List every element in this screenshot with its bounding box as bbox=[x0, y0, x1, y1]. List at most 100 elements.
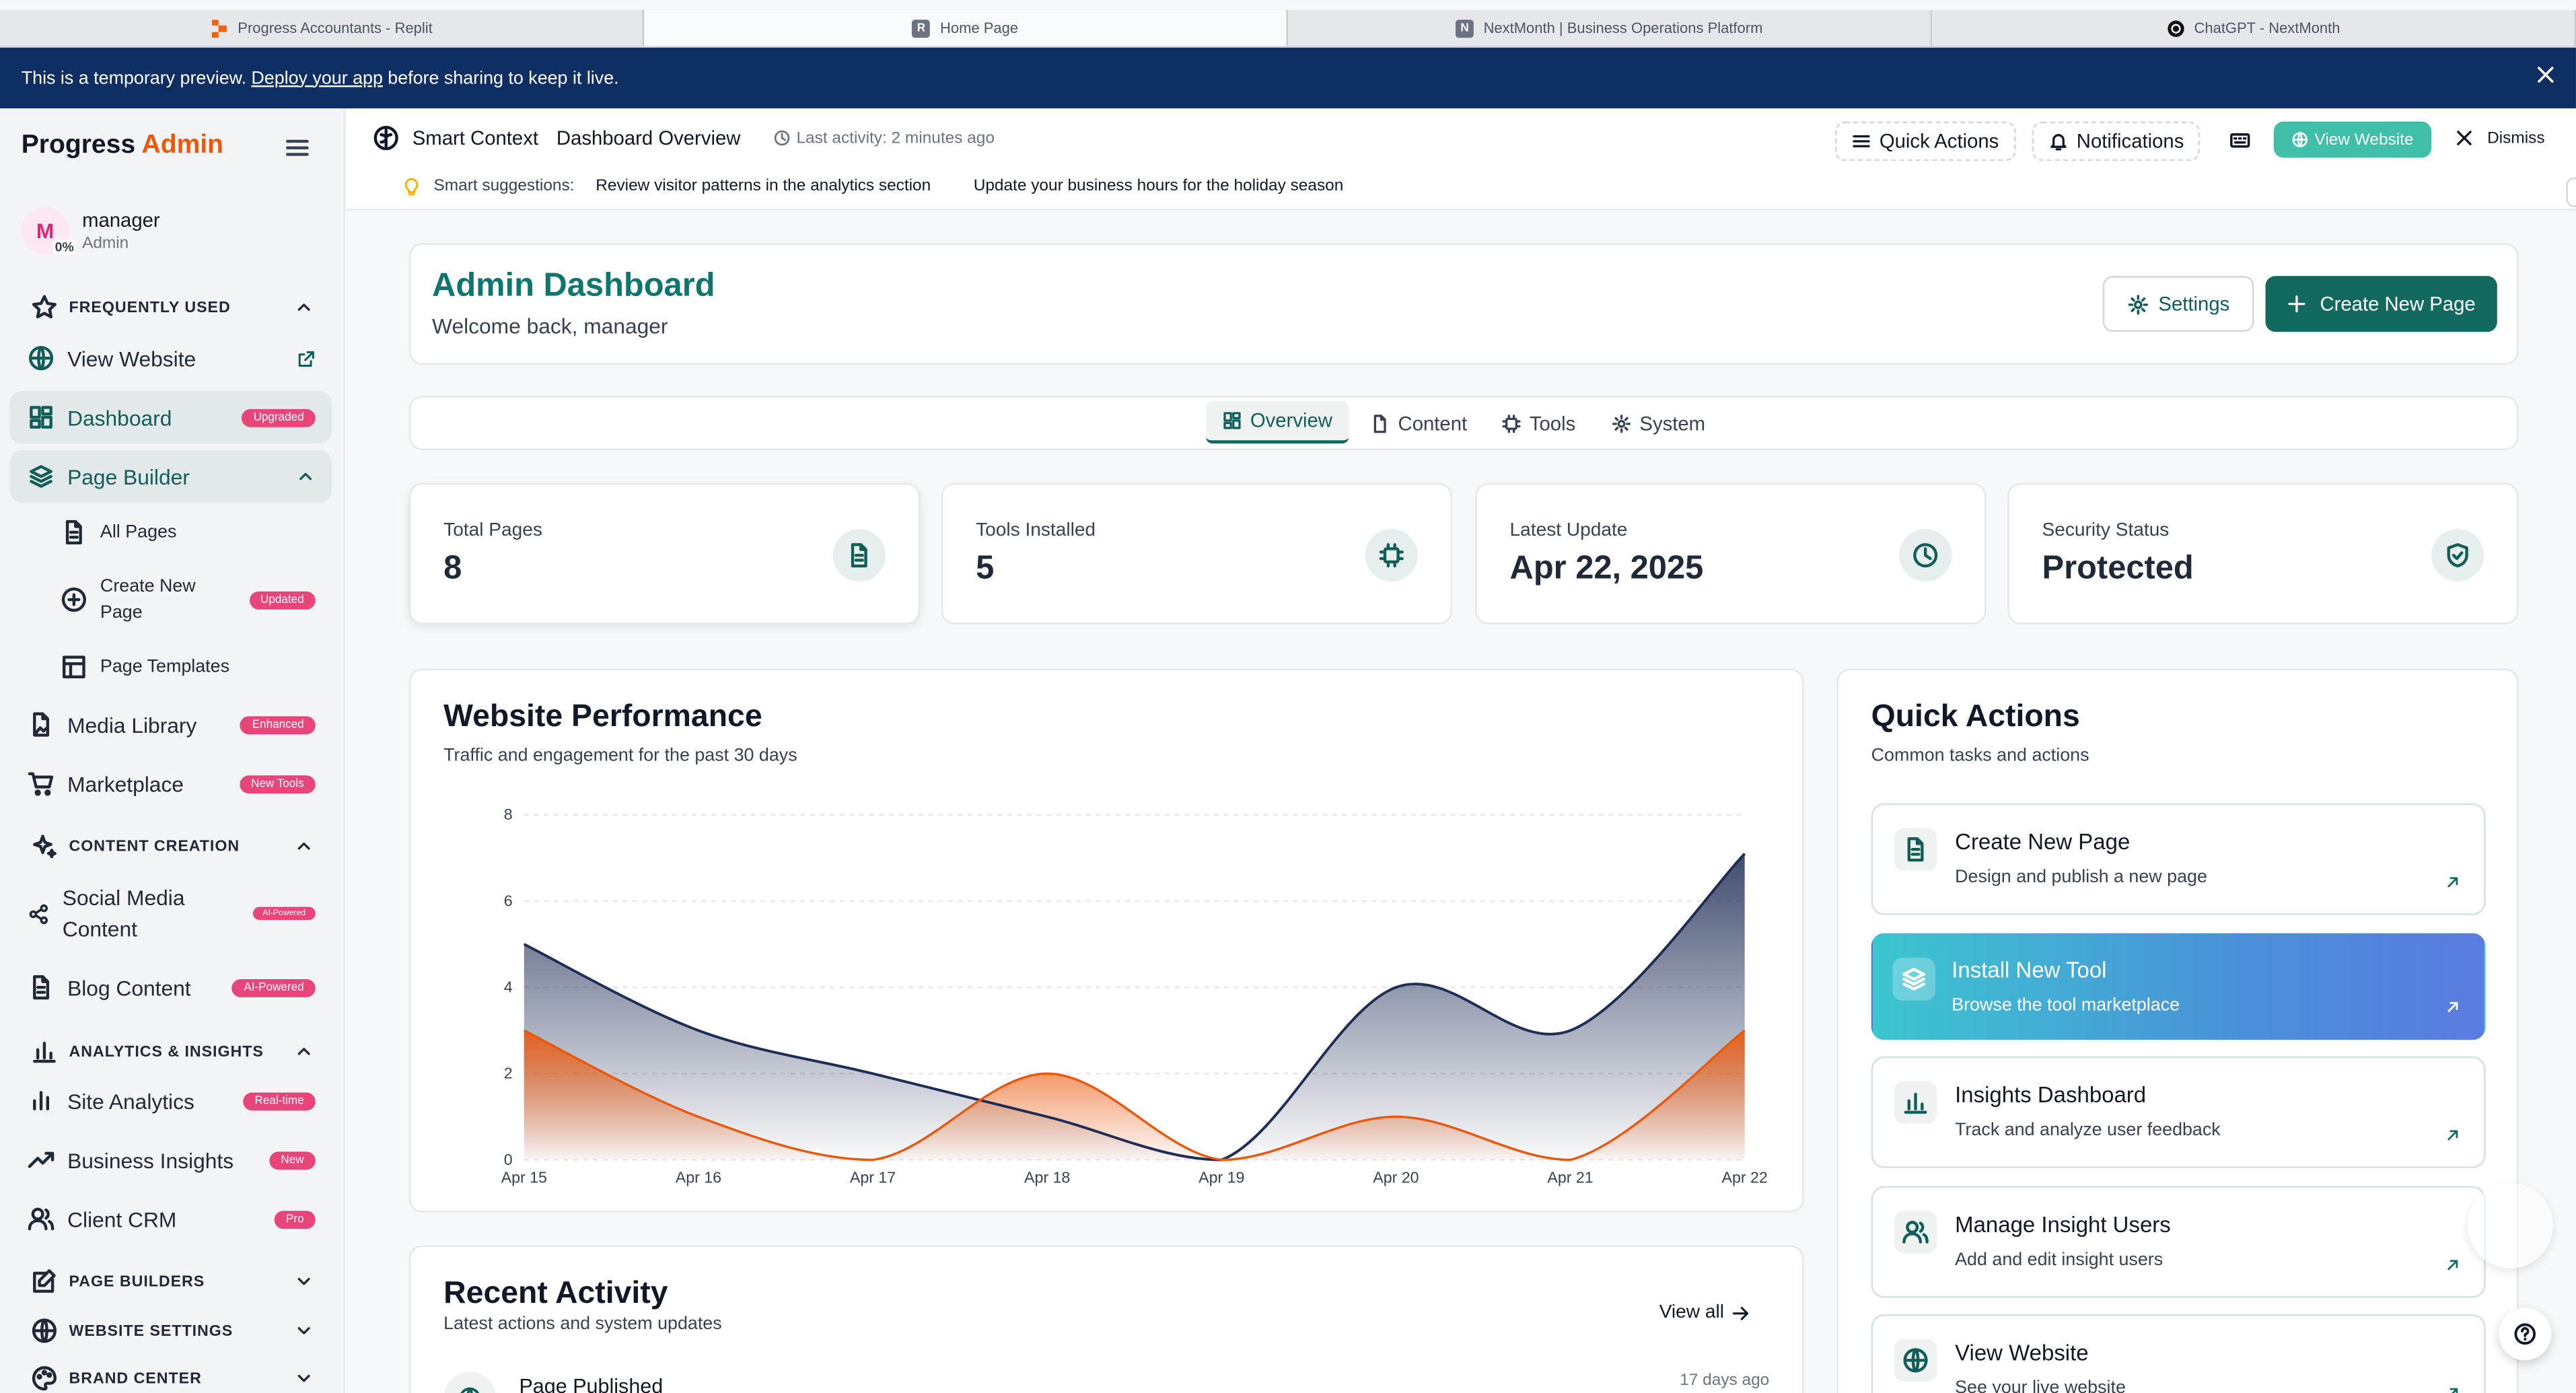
tab-tools[interactable]: Tools bbox=[1485, 402, 1592, 445]
quick-action-insights-dashboard[interactable]: Insights Dashboard Track and analyze use… bbox=[1871, 1056, 2486, 1168]
sidebar-item-dashboard[interactable]: Dashboard Upgraded bbox=[9, 391, 332, 444]
sidebar-item-site-analytics[interactable]: Site Analytics Real-time bbox=[10, 1075, 332, 1127]
section-brand-center[interactable]: BRAND CENTER bbox=[31, 1365, 314, 1392]
view-all-link[interactable]: View all bbox=[1659, 1303, 1750, 1322]
section-website-settings[interactable]: WEBSITE SETTINGS bbox=[31, 1318, 314, 1344]
section-analytics[interactable]: ANALYTICS & INSIGHTS bbox=[31, 1038, 314, 1065]
deploy-link[interactable]: Deploy your app bbox=[251, 68, 383, 87]
tab-system[interactable]: System bbox=[1596, 402, 1722, 445]
recent-activity-card: Recent Activity Latest actions and syste… bbox=[408, 1245, 1804, 1393]
sidebar-item-client-crm[interactable]: Client CRM Pro bbox=[10, 1192, 332, 1245]
banner-text-after: before sharing to keep it live. bbox=[388, 68, 619, 88]
palette-icon bbox=[31, 1365, 57, 1392]
x-tick-label: Apr 16 bbox=[676, 1169, 721, 1186]
dashboard-icon bbox=[28, 404, 55, 431]
browser-tab[interactable]: N NextMonth | Business Operations Platfo… bbox=[1288, 9, 1932, 46]
tab-content[interactable]: Content bbox=[1354, 402, 1484, 445]
website-performance-card: Website Performance Traffic and engageme… bbox=[408, 668, 1804, 1213]
arrow-up-right-icon bbox=[2445, 1257, 2461, 1273]
shield-icon bbox=[2431, 529, 2484, 582]
nextmonth-favicon-icon: N bbox=[1456, 19, 1474, 37]
layers-icon bbox=[28, 463, 55, 489]
sidebar-item-marketplace[interactable]: Marketplace New Tools bbox=[10, 757, 332, 810]
bar-chart-icon bbox=[1894, 1081, 1937, 1124]
close-icon[interactable] bbox=[2535, 64, 2556, 85]
browser-tab-active[interactable]: R Home Page bbox=[643, 9, 1288, 46]
profile-progress: 0% bbox=[53, 240, 76, 255]
performance-chart: 0 2 4 6 8 Apr 15 Apr 16 Apr 17 Apr 18 Apr 19 Apr 2… bbox=[501, 806, 1768, 1186]
x-tick-label: Apr 22 bbox=[1721, 1169, 1767, 1186]
chevron-down-icon bbox=[294, 1369, 314, 1388]
sidebar-item-all-pages[interactable]: All Pages bbox=[10, 506, 332, 559]
hamburger-menu-icon[interactable] bbox=[284, 135, 310, 161]
user-profile[interactable]: M 0% manager Admin bbox=[21, 207, 160, 255]
view-tabs: Overview Content Tools System bbox=[408, 396, 2519, 450]
home-favicon-icon: R bbox=[912, 19, 931, 37]
arrow-right-icon bbox=[1732, 1303, 1750, 1322]
x-tick-label: Apr 21 bbox=[1547, 1169, 1593, 1186]
stat-card-security-status: Security Status Protected bbox=[2007, 483, 2519, 624]
sidebar-item-create-new-page[interactable]: Create New Page Updated bbox=[10, 572, 332, 628]
brand-logo[interactable]: Progress Admin bbox=[22, 131, 223, 161]
status-badge: New bbox=[269, 1151, 316, 1169]
keyboard-icon[interactable] bbox=[2229, 130, 2251, 151]
tab-overview[interactable]: Overview bbox=[1205, 400, 1349, 444]
edit-icon bbox=[31, 1269, 57, 1295]
section-content-creation[interactable]: CONTENT CREATION bbox=[31, 833, 314, 859]
notifications-button[interactable]: Notifications bbox=[2032, 121, 2201, 162]
suggestions-label: Smart suggestions: bbox=[433, 177, 575, 196]
browser-tab-strip: Progress Accountants - Replit R Home Pag… bbox=[0, 9, 2576, 48]
create-new-page-button[interactable]: Create New Page bbox=[2265, 276, 2497, 332]
template-icon bbox=[61, 654, 87, 680]
y-tick-label: 0 bbox=[504, 1151, 513, 1168]
sidebar: Progress Admin M 0% manager Admin FREQUEN… bbox=[0, 108, 345, 1393]
quick-actions-button[interactable]: Quick Actions bbox=[1834, 121, 2015, 162]
lightbulb-icon bbox=[402, 178, 421, 196]
sidebar-item-media-library[interactable]: Media Library Enhanced bbox=[10, 699, 332, 751]
x-tick-label: Apr 20 bbox=[1373, 1169, 1419, 1186]
dismiss-button[interactable]: Dismiss bbox=[2454, 128, 2545, 147]
sidebar-item-page-templates[interactable]: Page Templates bbox=[10, 641, 332, 693]
collapse-handle[interactable] bbox=[2566, 177, 2576, 207]
settings-button[interactable]: Settings bbox=[2102, 276, 2254, 332]
trending-up-icon bbox=[28, 1147, 55, 1173]
bar-chart-icon bbox=[28, 1087, 55, 1114]
section-frequently-used[interactable]: FREQUENTLY USED bbox=[31, 294, 314, 320]
arrow-up-right-icon bbox=[2445, 1385, 2461, 1393]
suggestion-chip[interactable]: Update your business hours for the holid… bbox=[965, 174, 1351, 199]
stat-card-latest-update: Latest Update Apr 22, 2025 bbox=[1475, 483, 1987, 624]
floating-assistant-button[interactable] bbox=[2467, 1182, 2553, 1269]
plus-circle-icon bbox=[61, 587, 87, 613]
browser-tab[interactable]: Progress Accountants - Replit bbox=[0, 9, 644, 46]
status-badge: AI-Powered bbox=[252, 906, 316, 921]
quick-action-create-page[interactable]: Create New Page Design and publish a new… bbox=[1871, 803, 2486, 915]
section-page-builders[interactable]: PAGE BUILDERS bbox=[31, 1269, 314, 1295]
close-icon bbox=[2454, 128, 2474, 147]
quick-action-view-website[interactable]: View Website See your live website bbox=[1871, 1314, 2486, 1393]
stat-card-total-pages: Total Pages 8 bbox=[408, 483, 921, 624]
view-website-button[interactable]: View Website bbox=[2273, 121, 2432, 158]
sidebar-item-business-insights[interactable]: Business Insights New bbox=[10, 1133, 332, 1186]
star-icon bbox=[31, 294, 57, 320]
activity-item-title: Page Published bbox=[519, 1375, 664, 1393]
suggestion-chip[interactable]: Review visitor patterns in the analytics… bbox=[587, 174, 939, 199]
document-icon bbox=[1894, 828, 1937, 871]
globe-icon bbox=[1894, 1338, 1937, 1382]
page-title: Admin Dashboard bbox=[432, 267, 715, 304]
sidebar-item-page-builder[interactable]: Page Builder bbox=[9, 450, 332, 503]
quick-action-manage-insight-users[interactable]: Manage Insight Users Add and edit insigh… bbox=[1871, 1186, 2486, 1298]
globe-icon bbox=[31, 1318, 57, 1344]
last-activity: Last activity: 2 minutes ago bbox=[773, 129, 995, 147]
browser-tab[interactable]: ChatGPT - NextMonth bbox=[1932, 9, 2576, 46]
image-file-icon bbox=[28, 711, 55, 738]
arrow-up-right-icon bbox=[2445, 999, 2461, 1015]
sidebar-item-social-media[interactable]: Social Media Content AI-Powered bbox=[10, 879, 332, 948]
sidebar-item-view-website[interactable]: View Website bbox=[10, 332, 332, 384]
quick-action-install-tool[interactable]: Install New Tool Browse the tool marketp… bbox=[1871, 933, 2486, 1040]
sidebar-item-blog-content[interactable]: Blog Content AI-Powered bbox=[10, 961, 332, 1013]
arrow-up-right-icon bbox=[2445, 874, 2461, 890]
chevron-down-icon bbox=[294, 1321, 314, 1341]
x-tick-label: Apr 18 bbox=[1024, 1169, 1070, 1186]
help-button[interactable] bbox=[2499, 1308, 2552, 1361]
bar-chart-icon bbox=[31, 1038, 57, 1065]
